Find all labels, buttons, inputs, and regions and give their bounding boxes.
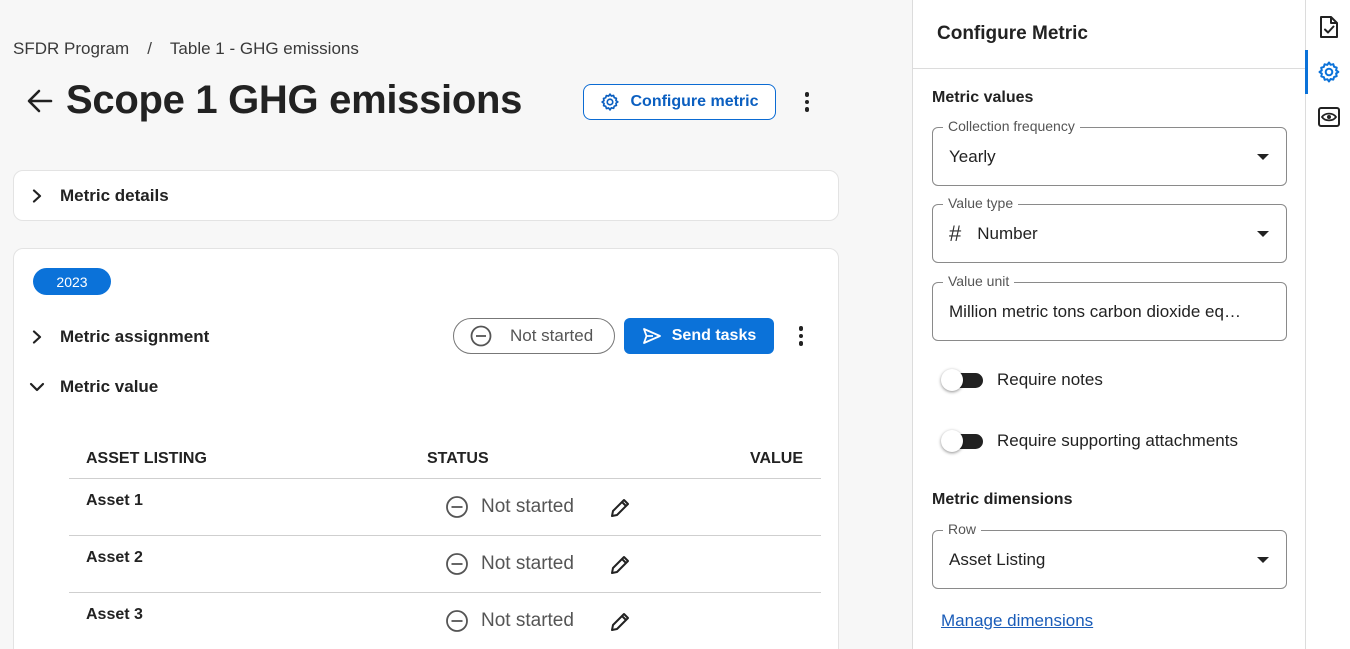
rail-settings-button[interactable]: [1305, 50, 1350, 94]
assignment-more-menu-button[interactable]: [791, 322, 811, 350]
row-status: Not started: [445, 609, 574, 633]
require-notes-row: Require notes: [941, 369, 1103, 391]
caret-down-icon: [1257, 557, 1269, 563]
row-dimension-value: Asset Listing: [949, 549, 1046, 569]
title-row: Scope 1 GHG emissions: [24, 78, 522, 123]
asset-name: Asset 2: [86, 549, 143, 566]
metric-dimensions-heading: Metric dimensions: [932, 491, 1073, 508]
rail-preview-button[interactable]: [1306, 95, 1350, 139]
document-check-icon: [1319, 16, 1338, 38]
caret-down-icon: [1257, 231, 1269, 237]
edit-value-button[interactable]: [607, 552, 633, 578]
pencil-icon: [611, 556, 629, 574]
value-unit-field[interactable]: Value unit Million metric tons carbon di…: [932, 273, 1287, 341]
caret-down-icon: [1257, 154, 1269, 160]
page-more-menu-button[interactable]: [797, 88, 817, 116]
edit-value-button[interactable]: [607, 609, 633, 635]
collection-frequency-value: Yearly: [949, 146, 996, 166]
chevron-right-icon: [28, 328, 46, 346]
table-row: Asset 2 Not started: [69, 536, 821, 593]
kebab-dot: [804, 107, 810, 112]
panel-title: Configure Metric: [913, 0, 1305, 69]
require-attachments-toggle[interactable]: [941, 430, 983, 452]
require-notes-toggle[interactable]: [941, 369, 983, 391]
require-attachments-row: Require supporting attachments: [941, 430, 1238, 452]
assignment-status-badge: Not started: [453, 318, 615, 354]
metric-assignment-label: Metric assignment: [60, 327, 210, 346]
kebab-dot: [804, 99, 810, 105]
row-dimension-label: Row: [943, 521, 982, 537]
row-dimension-select[interactable]: Row Asset Listing: [932, 521, 1287, 589]
metric-details-toggle[interactable]: Metric details: [13, 170, 839, 221]
kebab-dot: [798, 326, 804, 331]
kebab-dot: [798, 333, 804, 339]
value-type-value: Number: [977, 223, 1038, 243]
value-unit-value: Million metric tons carbon dioxide eq…: [949, 301, 1241, 321]
row-status: Not started: [445, 495, 574, 519]
breadcrumb: SFDR Program / Table 1 - GHG emissions: [13, 39, 359, 59]
toggle-knob: [941, 430, 963, 452]
chevron-down-icon: [28, 378, 46, 396]
kebab-dot: [798, 341, 804, 346]
gear-icon: [1318, 61, 1339, 83]
metric-details-label: Metric details: [60, 185, 169, 205]
gear-icon: [601, 93, 620, 111]
configure-metric-label: Configure metric: [630, 93, 759, 110]
column-header-asset: ASSET LISTING: [86, 449, 207, 467]
breadcrumb-program[interactable]: SFDR Program: [13, 39, 129, 59]
value-unit-label: Value unit: [943, 273, 1015, 289]
eye-icon: [1317, 107, 1340, 127]
back-button[interactable]: [24, 85, 56, 117]
breadcrumb-table[interactable]: Table 1 - GHG emissions: [170, 39, 359, 59]
main-content: SFDR Program / Table 1 - GHG emissions S…: [0, 0, 912, 649]
breadcrumb-separator: /: [147, 39, 152, 58]
metric-year-card: 2023 Metric assignment Not started Send …: [13, 248, 839, 649]
minus-circle-icon: [470, 325, 492, 347]
kebab-dot: [804, 92, 810, 97]
metric-values-heading: Metric values: [932, 89, 1034, 106]
collection-frequency-label: Collection frequency: [943, 118, 1080, 134]
configure-metric-panel: Configure Metric Metric values Collectio…: [912, 0, 1305, 649]
pencil-icon: [611, 613, 629, 631]
minus-circle-icon: [446, 553, 468, 575]
metric-value-toggle[interactable]: Metric value: [28, 377, 158, 397]
table-row: Asset 3 Not started: [69, 593, 821, 649]
row-status-text: Not started: [481, 610, 574, 631]
metric-assignment-toggle[interactable]: Metric assignment: [28, 327, 209, 347]
value-type-select[interactable]: Value type # Number: [932, 195, 1287, 263]
minus-circle-icon: [446, 496, 468, 518]
value-type-label: Value type: [943, 195, 1019, 211]
column-header-status: STATUS: [427, 449, 489, 467]
pencil-icon: [611, 499, 629, 517]
asset-name: Asset 1: [86, 492, 143, 509]
row-status-text: Not started: [481, 553, 574, 574]
metric-value-label: Metric value: [60, 377, 159, 396]
year-badge: 2023: [33, 268, 111, 295]
icon-rail: [1305, 0, 1350, 649]
send-tasks-label: Send tasks: [671, 327, 757, 344]
send-tasks-button[interactable]: Send tasks: [624, 318, 774, 354]
collection-frequency-select[interactable]: Collection frequency Yearly: [932, 118, 1287, 186]
table-row: Asset 1 Not started: [69, 479, 821, 536]
edit-value-button[interactable]: [607, 495, 633, 521]
rail-document-check-button[interactable]: [1306, 5, 1350, 49]
configure-metric-button[interactable]: Configure metric: [583, 84, 776, 120]
row-status-text: Not started: [481, 496, 574, 517]
send-icon: [642, 328, 661, 344]
table-header: ASSET LISTING STATUS VALUE: [69, 439, 821, 479]
chevron-right-icon: [28, 187, 46, 205]
column-header-value: VALUE: [749, 449, 803, 467]
row-status: Not started: [445, 552, 574, 576]
require-notes-label: Require notes: [997, 370, 1103, 389]
arrow-left-icon: [27, 89, 53, 112]
asset-table: ASSET LISTING STATUS VALUE Asset 1 Not s…: [69, 439, 821, 649]
asset-name: Asset 3: [86, 606, 143, 623]
minus-circle-icon: [446, 610, 468, 632]
page-title: Scope 1 GHG emissions: [66, 78, 523, 122]
assignment-status-text: Not started: [510, 326, 594, 345]
toggle-knob: [941, 369, 963, 391]
require-attachments-label: Require supporting attachments: [997, 431, 1238, 450]
hash-icon: #: [949, 220, 962, 246]
manage-dimensions-link[interactable]: Manage dimensions: [941, 611, 1093, 631]
